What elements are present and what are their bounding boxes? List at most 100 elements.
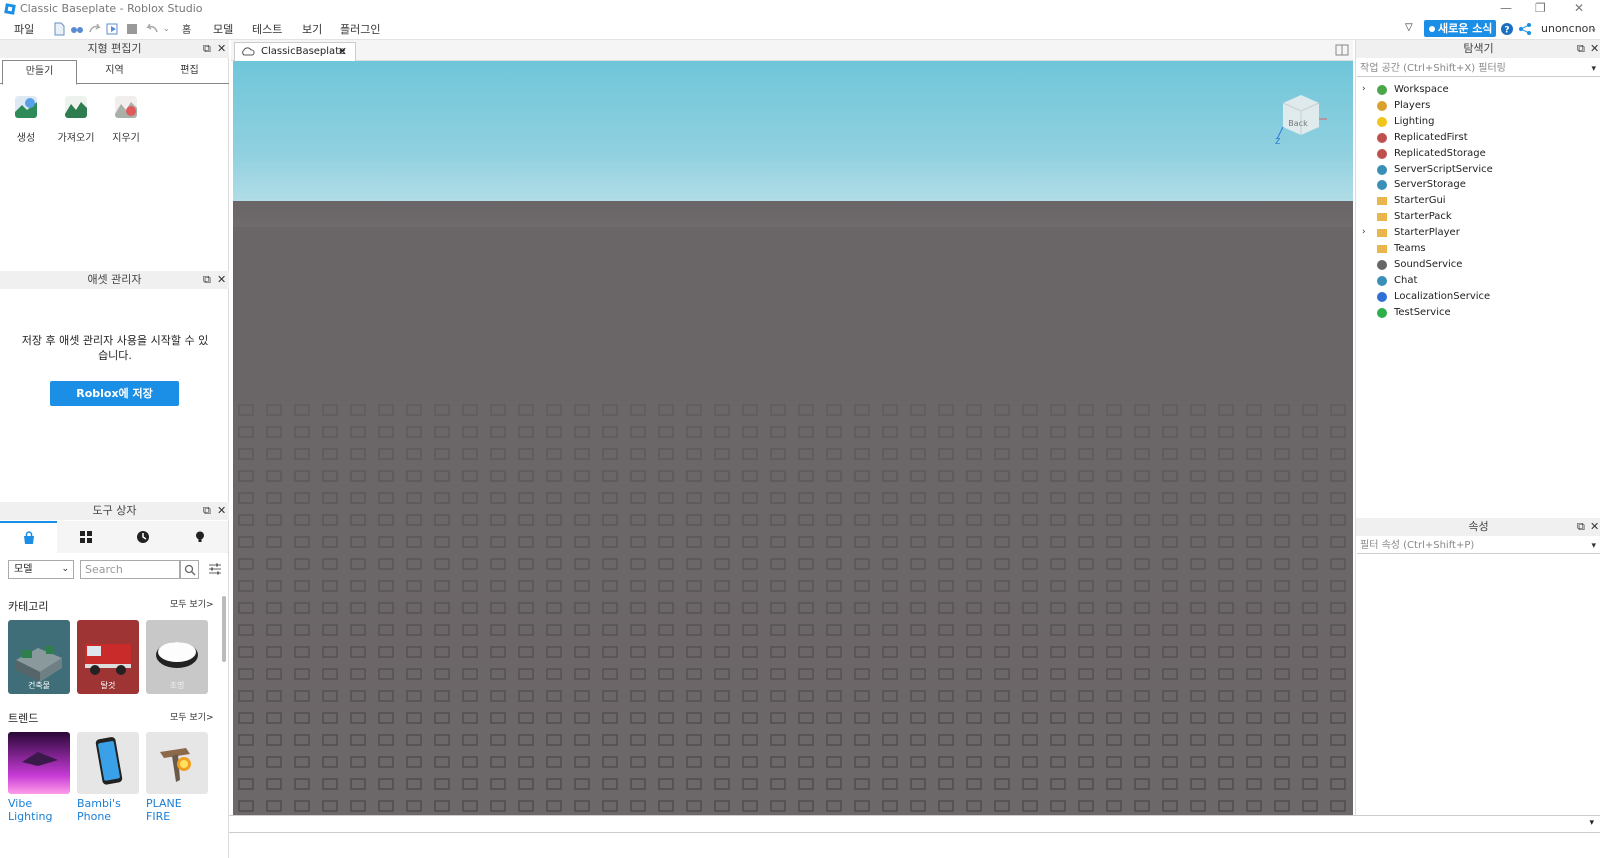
menu-file[interactable]: 파일 — [14, 21, 34, 37]
close-window-button[interactable]: ✕ — [1574, 1, 1584, 15]
properties-filter-input[interactable]: 필터 속성 (Ctrl+Shift+P) ▾ — [1357, 538, 1600, 554]
trending-item-name[interactable]: PLANE FIRE — [146, 797, 208, 823]
tab-edit[interactable]: 편집 — [152, 60, 227, 84]
tab-classic-baseplate[interactable]: ClassicBaseplate ✕ — [234, 42, 356, 61]
filter-sliders-icon[interactable] — [207, 561, 223, 577]
trending-card-phone[interactable] — [77, 732, 139, 794]
players-icon — [1377, 100, 1387, 111]
news-button[interactable]: 새로운 소식 — [1424, 20, 1496, 37]
tab-region[interactable]: 지역 — [77, 60, 152, 84]
viewcube-z-axis-label: Z — [1275, 137, 1281, 145]
help-icon[interactable]: ? — [1500, 22, 1514, 36]
menu-plugins[interactable]: 플러그인 — [340, 21, 380, 37]
chevron-down-icon: ⌄ — [61, 564, 69, 574]
section-trending-title: 트렌드 — [8, 712, 39, 725]
category-card-buildings[interactable]: 건축물 — [8, 620, 70, 694]
explorer-filter-placeholder: 작업 공간 (Ctrl+Shift+X) 필터링 — [1360, 63, 1506, 74]
tab-creations[interactable] — [171, 521, 228, 553]
explorer-item-label: SoundService — [1394, 258, 1463, 270]
menu-test[interactable]: 테스트 — [252, 21, 282, 37]
3d-viewport[interactable]: Back Z — [233, 61, 1353, 815]
explorer-item-label: ReplicatedStorage — [1394, 147, 1486, 159]
viewcube-gizmo[interactable]: Back Z — [1273, 89, 1329, 145]
trending-card-plane-fire[interactable] — [146, 732, 208, 794]
explorer-item-label: ServerStorage — [1394, 179, 1466, 191]
undo-dropdown-icon[interactable]: ⌄ — [163, 24, 170, 33]
split-view-icon[interactable] — [1335, 44, 1349, 56]
trending-item-name[interactable]: Bambi's Phone — [77, 797, 139, 823]
tool-generate-label: 생성 — [16, 133, 36, 144]
toolbox-scrollbar[interactable] — [222, 596, 226, 662]
menu-view[interactable]: 보기 — [302, 21, 322, 37]
menu-model[interactable]: 모델 — [213, 21, 233, 37]
play-here-icon[interactable] — [106, 22, 120, 36]
toolbox-search-input[interactable]: Search — [80, 560, 180, 579]
undock-icon[interactable]: ⧉ — [1577, 518, 1585, 536]
trending-card-vibe-lighting[interactable] — [8, 732, 70, 794]
restore-button[interactable]: ❐ — [1535, 1, 1546, 15]
username[interactable]: unoncnon — [1541, 22, 1595, 35]
explorer-item-label: Players — [1394, 99, 1431, 111]
lighting-bulb-icon — [1377, 116, 1387, 127]
category-card-lighting[interactable]: 조명 — [146, 620, 208, 694]
command-bar[interactable]: ▾ — [229, 815, 1600, 833]
server-script-service-icon — [1377, 164, 1387, 175]
see-all-categories-link[interactable]: 모두 보기> — [170, 597, 214, 610]
category-card-vehicles[interactable]: 탈것 — [77, 620, 139, 694]
starter-pack-folder-icon — [1377, 213, 1387, 222]
redo-arrow-icon[interactable] — [88, 22, 102, 36]
menu-home[interactable]: 홈 — [182, 21, 191, 36]
chat-bubble-icon — [1377, 275, 1387, 286]
properties-header: 속성 ⧉ ✕ — [1356, 518, 1600, 536]
user-dropdown-icon[interactable]: ⌄ — [1590, 24, 1597, 33]
undock-icon[interactable]: ⧉ — [1577, 40, 1585, 58]
tab-create[interactable]: 만들기 — [2, 60, 77, 85]
tool-clear[interactable]: 지우기 — [104, 96, 148, 144]
explorer-item-label: StarterPlayer — [1394, 227, 1460, 239]
asset-manager-title: 애셋 관리자 — [87, 273, 142, 286]
close-panel-icon[interactable]: ✕ — [1590, 40, 1599, 58]
tool-import[interactable]: 가져오기 — [54, 96, 98, 144]
search-icon — [184, 564, 195, 575]
explorer-item-label: Chat — [1394, 274, 1418, 286]
binoculars-icon[interactable] — [70, 22, 84, 36]
stop-icon[interactable] — [125, 22, 139, 36]
explorer-item-label: Lighting — [1394, 115, 1435, 127]
close-panel-icon[interactable]: ✕ — [1590, 518, 1599, 536]
see-all-trending-link[interactable]: 모두 보기> — [170, 710, 214, 723]
tool-generate[interactable]: 생성 — [4, 96, 48, 144]
tab-recent[interactable] — [114, 521, 171, 553]
collapse-ribbon-icon[interactable]: ▽ — [1405, 22, 1413, 33]
tab-label: ClassicBaseplate — [261, 46, 346, 57]
undock-icon[interactable]: ⧉ — [203, 271, 211, 289]
close-panel-icon[interactable]: ✕ — [217, 502, 226, 520]
news-dot-icon — [1429, 26, 1435, 32]
undock-icon[interactable]: ⧉ — [203, 502, 211, 520]
save-to-roblox-button[interactable]: Roblox에 저장 — [50, 381, 179, 406]
chevron-right-icon[interactable]: › — [1362, 82, 1366, 97]
properties-title: 속성 — [1468, 520, 1489, 533]
chevron-down-icon: ▾ — [1589, 818, 1594, 828]
new-file-icon[interactable] — [52, 22, 66, 36]
undo-icon[interactable] — [145, 22, 159, 36]
tab-marketplace[interactable] — [0, 521, 57, 553]
tab-inventory[interactable] — [57, 521, 114, 553]
trending-item-name[interactable]: Vibe Lighting — [8, 797, 68, 823]
category-select[interactable]: 모델 ⌄ — [8, 560, 74, 579]
explorer-item-label: LocalizationService — [1394, 290, 1491, 302]
close-panel-icon[interactable]: ✕ — [217, 40, 226, 58]
explorer-item-label: StarterGui — [1394, 195, 1446, 207]
search-button[interactable] — [180, 560, 199, 579]
import-terrain-icon — [65, 96, 87, 118]
explorer-item-label: ServerScriptService — [1394, 163, 1493, 175]
close-panel-icon[interactable]: ✕ — [217, 271, 226, 289]
share-icon[interactable] — [1518, 22, 1532, 36]
plane-fire-thumbnail — [160, 748, 191, 782]
asset-manager-header: 애셋 관리자 ⧉ ✕ — [0, 271, 229, 289]
undock-icon[interactable]: ⧉ — [203, 40, 211, 58]
category-card-label: 조명 — [169, 681, 185, 690]
explorer-filter-input[interactable]: 작업 공간 (Ctrl+Shift+X) 필터링 ▾ — [1357, 61, 1600, 77]
minimize-button[interactable]: — — [1500, 1, 1512, 15]
chevron-right-icon[interactable]: › — [1362, 225, 1366, 240]
close-tab-icon[interactable]: ✕ — [338, 43, 347, 60]
